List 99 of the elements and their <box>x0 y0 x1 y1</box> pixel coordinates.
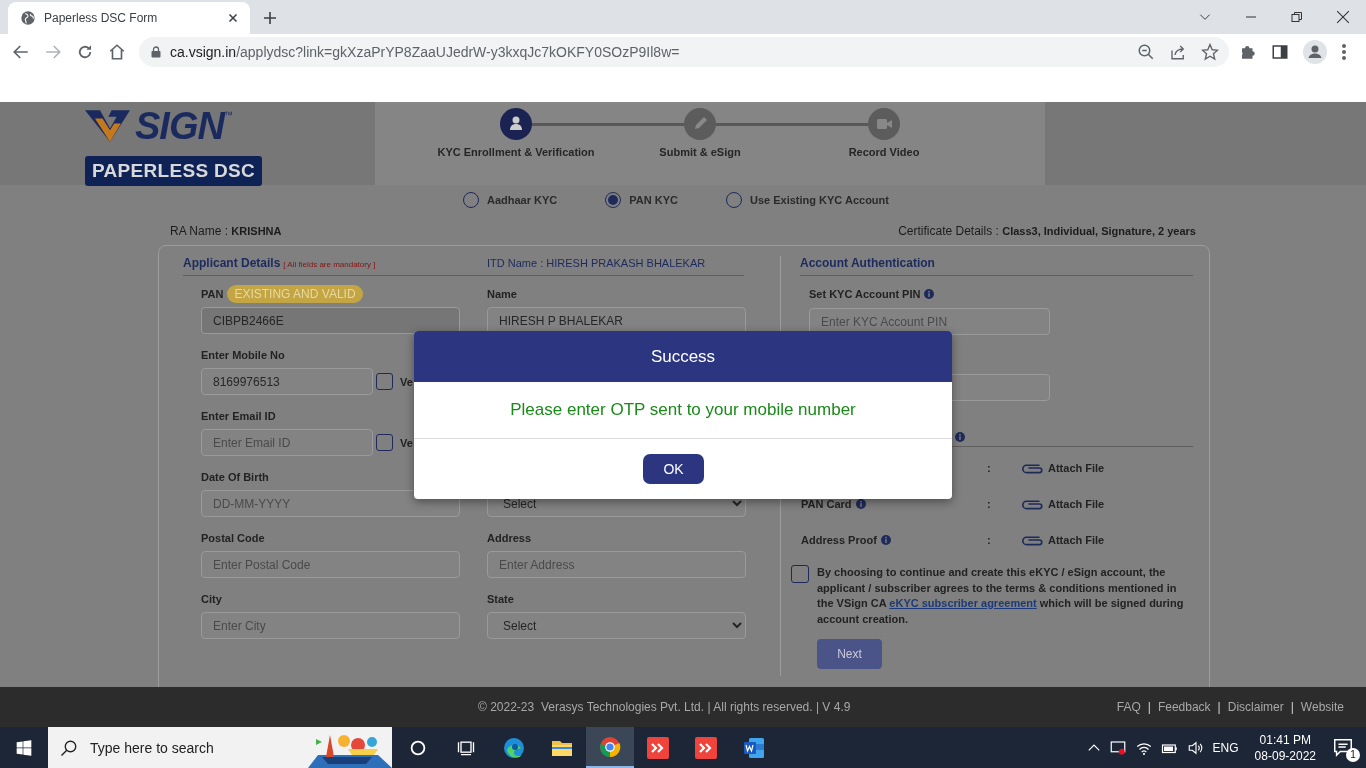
url-text: ca.vsign.in/applydsc?link=gkXzaPrYP8ZaaUJedrW-y3kxqJc7kOKFY0SOzP9Il8w= <box>170 44 681 60</box>
attach-file-link[interactable]: Attach File <box>1048 462 1105 474</box>
logo-tagline: PAPERLESS DSC <box>85 156 262 186</box>
clock[interactable]: 01:41 PM 08-09-2022 <box>1254 731 1316 764</box>
field-label: Date Of Birth <box>201 471 269 483</box>
windows-start-icon[interactable] <box>16 739 32 756</box>
radio-label: Use Existing KYC Account <box>750 194 889 206</box>
info-icon <box>924 289 935 299</box>
link-separator: | <box>1290 700 1294 714</box>
profile-icon[interactable] <box>1303 40 1327 64</box>
checkbox-label: Ve <box>400 436 413 449</box>
ok-button[interactable]: OK <box>643 454 704 484</box>
select-field[interactable]: Select <box>487 612 746 639</box>
itd-name-text: ITD Name : HIRESH PRAKASH BHALEKAR <box>487 257 706 269</box>
search-placeholder: Type here to search <box>90 739 214 756</box>
colon-separator: : <box>987 534 992 546</box>
link-separator: | <box>1147 700 1151 714</box>
more-menu-icon[interactable] <box>1341 43 1347 61</box>
field-label: Name <box>487 288 517 300</box>
status-badge: EXISTING AND VALID <box>227 285 363 303</box>
field-label: Set KYC Account PIN <box>809 288 921 300</box>
footer-link[interactable]: FAQ <box>1116 700 1141 714</box>
mandatory-note: [ All fields are mandatory ] <box>283 260 376 269</box>
back-icon[interactable] <box>12 43 30 61</box>
new-tab-icon[interactable] <box>262 10 278 26</box>
puzzle-icon[interactable] <box>1239 43 1257 61</box>
footer-link[interactable]: Website <box>1300 700 1344 714</box>
field-label: Address <box>487 532 532 544</box>
browser-tab[interactable]: Paperless DSC Form <box>8 2 250 34</box>
field-label: State <box>487 593 514 605</box>
close-icon[interactable] <box>1336 10 1350 24</box>
checkbox[interactable] <box>376 373 393 390</box>
share-icon[interactable] <box>1169 43 1187 61</box>
info-icon <box>855 499 866 509</box>
checkbox[interactable] <box>376 434 393 451</box>
attach-file-link[interactable]: Attach File <box>1048 498 1105 510</box>
pin-field[interactable]: Enter KYC Account PIN <box>809 308 1050 335</box>
restore-icon[interactable] <box>1291 11 1303 23</box>
text-field[interactable]: 8169976513 <box>201 368 373 395</box>
chrome-icon[interactable] <box>598 734 622 759</box>
close-icon[interactable] <box>226 11 240 25</box>
info-icon <box>880 535 891 545</box>
field-label: City <box>201 593 222 605</box>
step-label: Record Video <box>847 146 921 158</box>
footer-link[interactable]: Feedback <box>1157 700 1211 714</box>
section-title: Account Authentication <box>800 256 935 270</box>
search-icon <box>60 738 78 757</box>
certificate-details-text: Certificate Details : Class3, Individual, Signature, 2 years <box>898 223 1196 239</box>
step-label: KYC Enrollment & Verification <box>436 146 596 158</box>
text-field[interactable]: DD-MM-YYYY <box>201 490 460 517</box>
dialog-message: Please enter OTP sent to your mobile number <box>510 400 856 420</box>
consent-text: By choosing to continue and create this eKYC / eSign account, the applicant / subscriber agrees to the terms & conditions mentioned in the VSign CA eKYC subscriber agreement which will be signed during account creation. <box>817 565 1185 627</box>
field-label: Enter Mobile No <box>201 349 285 361</box>
circle-icon[interactable] <box>409 738 427 757</box>
document-app-icon[interactable] <box>742 735 766 760</box>
logo-wordmark: SIGN <box>135 106 224 146</box>
attach-file-link[interactable]: Attach File <box>1048 534 1105 546</box>
home-icon[interactable] <box>108 43 126 61</box>
browser-icon[interactable] <box>502 735 526 760</box>
checkbox[interactable] <box>791 565 809 583</box>
section-title: Applicant Details <box>183 256 281 270</box>
star-icon[interactable] <box>1201 43 1219 61</box>
notification-count: 1 <box>1346 747 1360 762</box>
side-panel-icon[interactable] <box>1271 43 1289 61</box>
paperclip-icon[interactable] <box>1021 461 1045 475</box>
text-field[interactable]: Enter Address <box>487 551 746 578</box>
info-icon <box>955 431 965 442</box>
language-indicator[interactable]: ENG <box>1212 740 1239 755</box>
search-field[interactable]: Type here to search <box>48 727 308 768</box>
ra-name-text: RA Name : KRISHNA <box>170 223 282 239</box>
globe-icon <box>20 10 36 26</box>
lock-icon <box>150 45 162 59</box>
meeting-icon[interactable] <box>1108 738 1127 757</box>
document-label: PAN Card <box>801 498 852 510</box>
link-separator: | <box>1217 700 1221 714</box>
colon-separator: : <box>987 462 992 474</box>
radio-label: PAN KYC <box>629 194 678 206</box>
footer-link[interactable]: Disclaimer <box>1227 700 1284 714</box>
field-label: Enter Email ID <box>201 410 276 422</box>
field-label: Postal Code <box>201 532 265 544</box>
address-bar[interactable]: ca.vsign.in/applydsc?link=gkXzaPrYP8ZaaUJedrW-y3kxqJc7kOKFY0SOzP9Il8w= <box>139 37 1229 67</box>
remote-app-icon[interactable] <box>646 735 670 760</box>
paperclip-icon[interactable] <box>1021 497 1045 511</box>
colon-separator: : <box>987 498 992 510</box>
document-label: Address Proof <box>801 534 877 546</box>
zoom-out-icon[interactable] <box>1137 43 1155 61</box>
tab-title: Paperless DSC Form <box>44 11 159 25</box>
remote-app-icon[interactable] <box>694 735 718 760</box>
copyright-text: © 2022-23 Verasys Technologies Pvt. Ltd. | All rights reserved. | V 4.9 <box>478 700 852 714</box>
dialog-title: Success <box>650 346 716 367</box>
text-field[interactable]: Enter Postal Code <box>201 551 460 578</box>
paperclip-icon[interactable] <box>1021 533 1045 547</box>
text-field[interactable]: Enter City <box>201 612 460 639</box>
field-label: PAN <box>201 288 224 300</box>
reload-icon[interactable] <box>76 43 94 61</box>
text-field[interactable]: Enter Email ID <box>201 429 373 456</box>
checkbox-label: Ve <box>400 375 413 388</box>
radio-label: Aadhaar KYC <box>487 194 558 206</box>
step-label: Submit & eSign <box>658 146 742 158</box>
